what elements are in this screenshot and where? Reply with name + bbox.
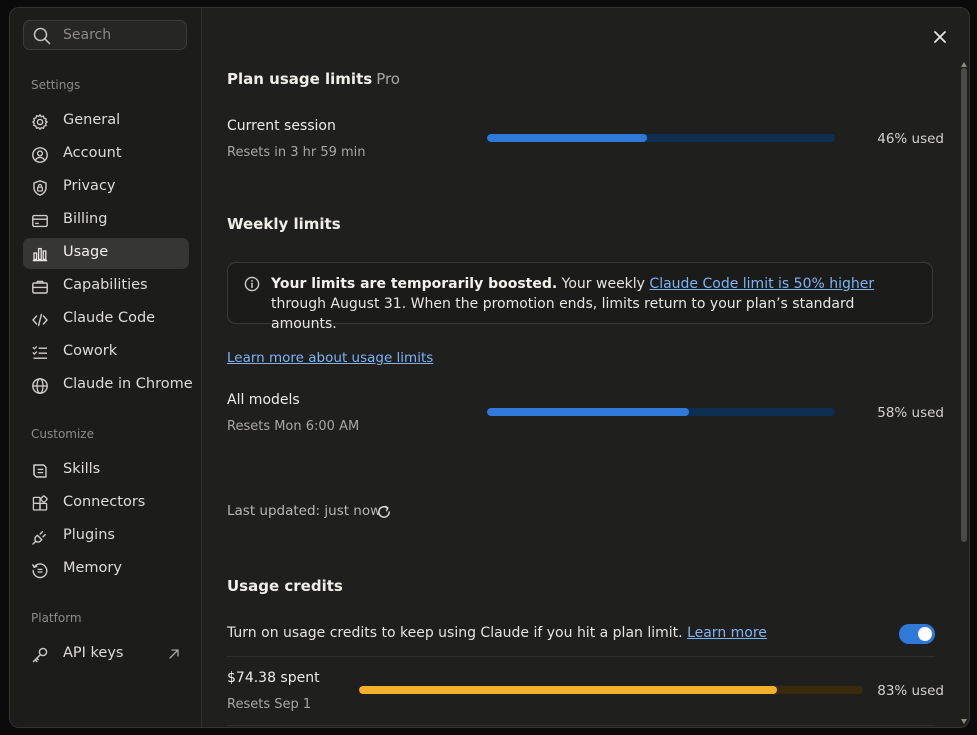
sidebar-item-cowork[interactable]: Cowork xyxy=(23,337,189,368)
section-label-customize: Customize xyxy=(31,427,94,441)
sidebar-item-connectors[interactable]: Connectors xyxy=(23,488,189,519)
usage-credits-title: Usage credits xyxy=(227,577,343,595)
sidebar-item-account[interactable]: Account xyxy=(23,139,189,170)
credits-spent: $74.38 spent xyxy=(227,670,320,686)
info-icon xyxy=(244,276,260,292)
usage-credits-description: Turn on usage credits to keep using Clau… xyxy=(227,625,767,641)
bar-chart-icon xyxy=(32,247,48,262)
all-models-percent: 58% used xyxy=(877,405,944,421)
sidebar-item-claude-code[interactable]: Claude Code xyxy=(23,304,189,335)
globe-icon xyxy=(32,378,48,394)
sidebar-item-label: Account xyxy=(63,145,122,161)
claude-code-limit-link[interactable]: Claude Code limit is 50% higher xyxy=(649,276,874,292)
close-icon[interactable] xyxy=(931,28,949,46)
credits-progress-fill xyxy=(359,686,778,694)
plug-icon xyxy=(32,531,46,545)
current-session-progress-fill xyxy=(487,134,648,142)
memory-icon xyxy=(32,563,48,579)
sidebar-item-label: Claude Code xyxy=(63,310,156,326)
usage-credits-text: Turn on usage credits to keep using Clau… xyxy=(227,625,683,641)
section-label-settings: Settings xyxy=(31,78,81,92)
credits-percent: 83% used xyxy=(877,683,944,699)
weekly-limits-title: Weekly limits xyxy=(227,215,341,233)
plan-tier-badge: Pro xyxy=(376,70,400,88)
boost-notice-text: Your limits are temporarily boosted. You… xyxy=(271,274,921,334)
search-placeholder: Search xyxy=(63,27,112,43)
sidebar-item-memory[interactable]: Memory xyxy=(23,554,189,585)
boost-notice: Your limits are temporarily boosted. You… xyxy=(227,262,933,332)
divider xyxy=(227,656,935,657)
credit-card-icon xyxy=(32,214,48,228)
usage-credits-learn-more-link[interactable]: Learn more xyxy=(687,625,767,641)
sidebar-item-label: Plugins xyxy=(63,527,115,543)
sidebar-item-skills[interactable]: Skills xyxy=(23,455,189,486)
sidebar-item-api-keys[interactable]: API keys xyxy=(23,639,189,670)
boost-notice-pre: Your weekly xyxy=(557,276,650,292)
sidebar-item-label: Memory xyxy=(63,560,122,576)
toggle-knob xyxy=(918,627,932,641)
credits-reset: Resets Sep 1 xyxy=(227,697,312,712)
all-models-reset: Resets Mon 6:00 AM xyxy=(227,419,360,434)
divider xyxy=(227,725,935,726)
sidebar-item-label: Capabilities xyxy=(63,277,148,293)
sidebar-item-label: Skills xyxy=(63,461,101,477)
sidebar-item-label: Claude in Chrome xyxy=(63,376,193,392)
checklist-icon xyxy=(32,346,47,359)
sidebar-item-capabilities[interactable]: Capabilities xyxy=(23,271,189,302)
plan-usage-title: Plan usage limits Pro xyxy=(227,70,400,88)
all-models-progress-bar xyxy=(487,408,835,416)
sidebar-item-label: API keys xyxy=(63,645,124,661)
sidebar-item-general[interactable]: General xyxy=(23,106,189,137)
usage-credits-toggle[interactable] xyxy=(899,624,935,644)
sidebar-item-usage[interactable]: Usage xyxy=(23,238,189,269)
sidebar-item-plugins[interactable]: Plugins xyxy=(23,521,189,552)
current-session-reset: Resets in 3 hr 59 min xyxy=(227,145,366,160)
sidebar-item-label: General xyxy=(63,112,121,128)
boost-notice-post: through August 31. When the promotion en… xyxy=(271,296,855,332)
last-updated-text: Last updated: just now xyxy=(227,503,382,519)
search-input[interactable]: Search xyxy=(23,20,187,50)
external-link-icon xyxy=(169,649,179,659)
sidebar-item-claude-in-chrome[interactable]: Claude in Chrome xyxy=(23,370,193,401)
sidebar-item-label: Billing xyxy=(63,211,108,227)
sidebar-item-label: Cowork xyxy=(63,343,118,359)
user-circle-icon xyxy=(32,147,48,163)
credits-progress-bar xyxy=(359,686,863,694)
sidebar-item-label: Usage xyxy=(63,244,109,260)
sidebar-item-label: Connectors xyxy=(63,494,146,510)
usage-panel: Plan usage limits Pro Current session Res… xyxy=(202,8,969,727)
scroll-up-arrow[interactable] xyxy=(961,62,967,67)
sidebar-item-billing[interactable]: Billing xyxy=(23,205,189,236)
connectors-icon xyxy=(32,495,48,511)
plan-usage-title-text: Plan usage limits xyxy=(227,70,373,88)
shield-lock-icon xyxy=(33,180,47,196)
skills-icon xyxy=(33,464,47,478)
gear-icon xyxy=(32,114,48,130)
briefcase-icon xyxy=(32,280,48,294)
settings-window: Search Settings General Account Privacy … xyxy=(9,7,970,728)
search-icon xyxy=(33,27,51,45)
section-label-platform: Platform xyxy=(31,611,82,625)
sidebar-item-privacy[interactable]: Privacy xyxy=(23,172,189,203)
scrollbar-thumb[interactable] xyxy=(961,68,967,542)
refresh-icon[interactable] xyxy=(376,504,392,520)
sidebar-item-label: Privacy xyxy=(63,178,116,194)
all-models-progress-fill xyxy=(487,408,689,416)
boost-notice-bold: Your limits are temporarily boosted. xyxy=(271,276,558,292)
key-icon xyxy=(32,647,48,663)
current-session-percent: 46% used xyxy=(877,131,944,147)
current-session-title: Current session xyxy=(227,118,336,134)
all-models-title: All models xyxy=(227,392,300,408)
current-session-progress-bar xyxy=(487,134,835,142)
settings-sidebar: Search Settings General Account Privacy … xyxy=(10,8,202,727)
scroll-down-arrow[interactable] xyxy=(961,719,967,724)
code-icon xyxy=(32,313,48,327)
learn-more-usage-limits-link[interactable]: Learn more about usage limits xyxy=(227,350,433,366)
